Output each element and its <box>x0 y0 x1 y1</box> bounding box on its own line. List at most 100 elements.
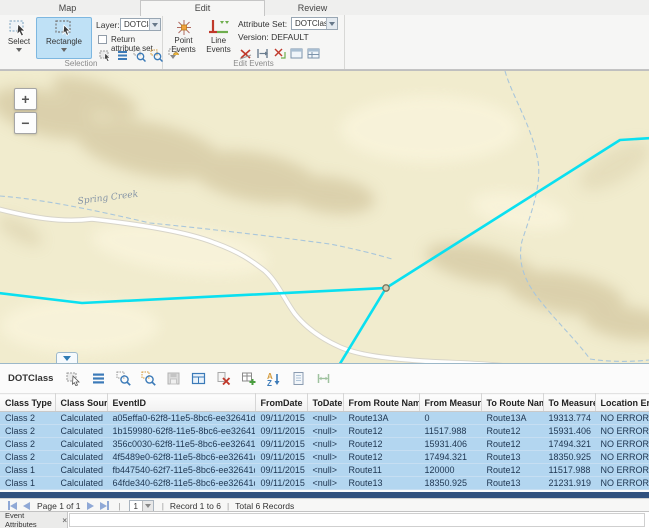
table-cell: 4f5489e0-62f8-11e5-8bc6-ee32641d5ec9 <box>107 451 255 464</box>
table-title: DOTClass <box>8 373 53 384</box>
layer-dropdown[interactable]: DOTClass <box>120 18 161 31</box>
return-attribute-set-checkbox[interactable] <box>98 35 107 44</box>
column-header-from-measure[interactable]: From Measure <box>419 394 481 412</box>
table-cell: 11517.988 <box>419 425 481 438</box>
measure-ranges-icon[interactable] <box>315 371 331 387</box>
column-header-fromdate[interactable]: FromDate <box>255 394 307 412</box>
table-cell: 09/11/2015 <box>255 477 307 490</box>
first-page-button[interactable] <box>8 501 17 510</box>
table-row[interactable]: Class 1Calculated64fde340-62f8-11e5-8bc6… <box>0 477 649 490</box>
column-header-to-route-name[interactable]: To Route Name <box>481 394 543 412</box>
rectangle-label: Rectangle <box>46 37 82 46</box>
next-page-button[interactable] <box>87 502 94 510</box>
table-cell: Route12 <box>343 425 419 438</box>
select-dropdown-arrow-icon[interactable] <box>16 48 22 55</box>
chevron-down-icon <box>329 22 335 29</box>
table-cell: 15931.406 <box>419 438 481 451</box>
previous-page-button[interactable] <box>23 502 30 510</box>
edit-events-group-label: Edit Events <box>163 59 344 68</box>
column-header-class-source[interactable]: Class Source <box>55 394 107 412</box>
bottom-tab-bar: Event Attributes × <box>0 511 649 527</box>
map-canvas[interactable]: Spring Creek + − <box>0 70 649 363</box>
column-header-eventid[interactable]: EventID <box>107 394 255 412</box>
route-junction-marker[interactable] <box>383 285 389 291</box>
table-cell: 120000 <box>419 464 481 477</box>
event-table-icon[interactable] <box>306 46 320 60</box>
collapse-arrow-icon <box>63 356 71 364</box>
table-cell: <null> <box>307 425 343 438</box>
event-attributes-panel: DOTClass AZ <box>0 363 649 511</box>
delete-selected-icon[interactable] <box>215 371 231 387</box>
selection-group-label: Selection <box>0 59 162 68</box>
zoom-in-button[interactable]: + <box>14 88 37 110</box>
last-page-button[interactable] <box>100 501 109 510</box>
tab-event-attributes[interactable]: Event Attributes × <box>0 512 68 528</box>
page-number-dropdown-button[interactable] <box>142 501 153 511</box>
table-cell: 15931.406 <box>543 425 595 438</box>
svg-text:Z: Z <box>267 379 272 386</box>
split-event-icon[interactable] <box>238 46 252 60</box>
table-cell: 09/11/2015 <box>255 451 307 464</box>
close-tab-icon[interactable]: × <box>62 516 67 525</box>
select-tool-button[interactable]: Select <box>4 17 34 59</box>
table-row[interactable]: Class 1Calculatedfb447540-62f7-11e5-8bc6… <box>0 464 649 477</box>
table-row[interactable]: Class 2Calculateda05effa0-62f8-11e5-8bc6… <box>0 412 649 425</box>
page-number-value: 1 <box>130 501 142 511</box>
table-cell: Calculated <box>55 451 107 464</box>
panel-collapse-button[interactable] <box>56 352 78 363</box>
record-range-text: Record 1 to 6 <box>170 501 221 511</box>
layer-dropdown-button[interactable] <box>149 19 160 30</box>
column-header-from-route-name[interactable]: From Route Name <box>343 394 419 412</box>
save-results-icon[interactable] <box>165 371 181 387</box>
table-cell: Calculated <box>55 425 107 438</box>
point-events-button[interactable]: Point Events <box>167 17 200 59</box>
open-table-icon[interactable] <box>190 371 206 387</box>
column-header-todate[interactable]: ToDate <box>307 394 343 412</box>
table-cell: 0 <box>419 412 481 425</box>
table-cell: 19313.774 <box>543 412 595 425</box>
zoom-to-selected-icon[interactable] <box>115 371 131 387</box>
table-cell: Calculated <box>55 438 107 451</box>
layer-label: Layer: <box>96 20 120 30</box>
list-records-icon[interactable] <box>90 371 106 387</box>
attribute-set-dropdown[interactable]: DOTClass <box>291 17 338 30</box>
show-form-icon[interactable] <box>290 371 306 387</box>
point-events-icon <box>174 19 194 36</box>
snap-event-icon[interactable] <box>272 46 286 60</box>
tab-review[interactable]: Review <box>265 1 360 15</box>
table-cell: Route12 <box>481 425 543 438</box>
version-label: Version: DEFAULT <box>238 32 309 42</box>
tab-edit[interactable]: Edit <box>140 0 265 16</box>
event-form-icon[interactable] <box>289 46 303 60</box>
edit-events-group: Point Events Line Events Attribute Set: … <box>163 15 345 69</box>
table-cell: 11517.988 <box>543 464 595 477</box>
basemap: Spring Creek <box>0 71 649 363</box>
event-measures-icon[interactable] <box>255 46 269 60</box>
select-records-icon[interactable] <box>65 371 81 387</box>
select-cursor-icon <box>8 19 30 37</box>
table-cell: NO ERROR <box>595 425 649 438</box>
rectangle-dropdown-arrow-icon[interactable] <box>61 48 67 55</box>
column-header-to-measure[interactable]: To Measure <box>543 394 595 412</box>
sort-icon[interactable]: AZ <box>265 371 281 387</box>
table-cell: NO ERROR <box>595 464 649 477</box>
line-events-button[interactable]: Line Events <box>202 17 235 59</box>
page-number-dropdown[interactable]: 1 <box>129 500 154 512</box>
tab-map[interactable]: Map <box>25 1 110 15</box>
chevron-down-icon <box>152 23 158 30</box>
pagination-bar: Page 1 of 1 | 1 | Record 1 to 6 | Total … <box>0 498 649 512</box>
attribute-set-dropdown-button[interactable] <box>326 18 337 29</box>
attribute-set-label: Attribute Set: <box>238 19 287 29</box>
table-row[interactable]: Class 2Calculated4f5489e0-62f8-11e5-8bc6… <box>0 451 649 464</box>
table-row[interactable]: Class 2Calculated1b159980-62f8-11e5-8bc6… <box>0 425 649 438</box>
zoom-out-button[interactable]: − <box>14 112 37 134</box>
pan-to-selected-icon[interactable] <box>140 371 156 387</box>
column-header-class-type[interactable]: Class Type <box>0 394 55 412</box>
table-row[interactable]: Class 2Calculated356c0030-62f8-11e5-8bc6… <box>0 438 649 451</box>
column-header-location-error[interactable]: Location Error <box>595 394 649 412</box>
point-events-label: Point Events <box>169 36 199 54</box>
add-records-icon[interactable] <box>240 371 256 387</box>
table-cell: 21231.919 <box>543 477 595 490</box>
table-cell: Route13 <box>481 451 543 464</box>
rectangle-tool-button[interactable]: Rectangle <box>36 17 92 59</box>
